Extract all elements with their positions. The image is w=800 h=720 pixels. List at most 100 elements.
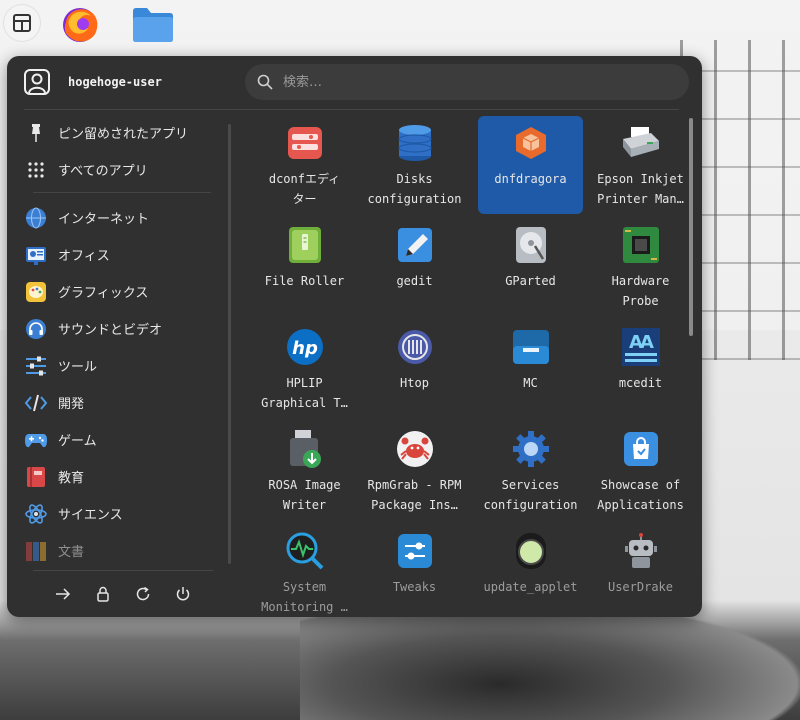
sliders-icon [24, 354, 48, 378]
sidebar-item-label: 開発 [58, 397, 85, 412]
app-tile-hplip[interactable]: hp HPLIP Graphical T… [252, 320, 357, 418]
app-tile-system-monitoring[interactable]: System Monitoring … [252, 524, 357, 616]
globe-icon [24, 206, 48, 230]
app-tile-label: dconfエディ ター [268, 172, 341, 206]
sidebar-item-label: サウンドとビデオ [58, 323, 163, 338]
app-tile-label: GParted [505, 274, 556, 288]
sidebar-item-label: 文書 [58, 545, 85, 560]
sidebar-item-office[interactable]: オフィス [21, 236, 213, 273]
sidebar-item-all-apps[interactable]: すべてのアプリ [21, 151, 213, 188]
sidebar-item-tools[interactable]: ツール [21, 347, 213, 384]
session-actions [53, 582, 193, 606]
tweaks-icon [395, 531, 435, 571]
logout-button[interactable] [53, 582, 73, 606]
app-tile-htop[interactable]: Htop [362, 320, 467, 418]
app-tile-update-applet[interactable]: update_applet [478, 524, 583, 616]
search-box[interactable] [245, 64, 689, 100]
app-grid-scrollbar[interactable] [689, 118, 693, 336]
files-folder-icon[interactable] [131, 4, 173, 44]
sidebar-item-label: グラフィックス [58, 286, 149, 301]
search-icon [257, 74, 273, 90]
power-button[interactable] [173, 582, 193, 606]
pin-icon [24, 121, 48, 145]
sidebar-item-label: ツール [58, 360, 98, 375]
shopping-bag-icon [621, 429, 661, 469]
power-icon [176, 587, 190, 601]
app-tile-hardware-probe[interactable]: Hardware Probe [588, 218, 692, 316]
app-tile-label: mcedit [618, 376, 663, 390]
search-input[interactable] [281, 73, 665, 91]
archive-icon [285, 225, 325, 265]
usb-writer-icon [285, 429, 325, 469]
sidebar-item-education[interactable]: 教育 [21, 458, 213, 495]
palette-icon [24, 280, 48, 304]
app-tile-label: UserDrake [607, 580, 674, 594]
app-menu-button[interactable] [4, 5, 40, 41]
user-avatar-icon [23, 68, 51, 96]
app-tile-dconf[interactable]: dconfエディ ター [252, 116, 357, 214]
text-editor-icon [395, 225, 435, 265]
app-tile-file-roller[interactable]: File Roller [252, 218, 357, 316]
user-row[interactable]: hogehoge-user [23, 67, 162, 97]
crab-icon [395, 429, 435, 469]
lock-button[interactable] [93, 582, 113, 606]
app-tile-tweaks[interactable]: Tweaks [362, 524, 467, 616]
sidebar-scrollbar[interactable] [228, 124, 231, 564]
restart-button[interactable] [133, 582, 153, 606]
app-grid: dconfエディ ター Disks configuration dnfdrago… [252, 116, 692, 616]
book-icon [24, 465, 48, 489]
application-menu: hogehoge-user ピン留めされたアプリ [7, 56, 702, 617]
sidebar-item-graphics[interactable]: グラフィックス [21, 273, 213, 310]
sidebar-item-sound-video[interactable]: サウンドとビデオ [21, 310, 213, 347]
svg-text:hp: hp [292, 338, 318, 359]
app-tile-label: File Roller [264, 274, 345, 288]
mcedit-icon: A A [621, 327, 661, 367]
system-monitor-icon [285, 531, 325, 571]
firefox-icon[interactable] [60, 4, 100, 44]
svg-text:A: A [640, 332, 654, 353]
app-tile-mc[interactable]: MC [478, 320, 583, 418]
sidebar-item-games[interactable]: ゲーム [21, 421, 213, 458]
printer-icon [621, 123, 661, 163]
app-tile-label: MC [523, 376, 538, 390]
app-tile-disks[interactable]: Disks configuration [362, 116, 467, 214]
app-tile-gparted[interactable]: GParted [478, 218, 583, 316]
atom-icon [24, 502, 48, 526]
sidebar-item-label: サイエンス [58, 508, 123, 523]
sidebar-item-label: ゲーム [58, 434, 97, 449]
app-tile-showcase[interactable]: Showcase of Applications [588, 422, 692, 520]
sidebar-item-internet[interactable]: インターネット [21, 199, 213, 236]
app-tile-label: gedit [396, 274, 433, 288]
app-tile-label: Epson Inkjet Printer Man… [597, 172, 684, 206]
sidebar-item-label: ピン留めされたアプリ [58, 127, 189, 142]
wallpaper-rock [300, 600, 800, 720]
app-tile-services[interactable]: Services configuration [478, 422, 583, 520]
app-tile-rosa-image-writer[interactable]: ROSA Image Writer [252, 422, 357, 520]
sidebar-item-documents[interactable]: 文書 [21, 532, 213, 569]
app-tile-gedit[interactable]: gedit [362, 218, 467, 316]
disk-partition-icon [511, 225, 551, 265]
app-tile-label: Htop [400, 376, 429, 390]
disks-icon [395, 123, 435, 163]
app-tile-mcedit[interactable]: A A mcedit [588, 320, 692, 418]
header-divider [24, 109, 679, 110]
circuit-board-icon [621, 225, 661, 265]
app-tile-label: Hardware Probe [611, 274, 670, 308]
actions-divider [33, 570, 213, 571]
sidebar-item-science[interactable]: サイエンス [21, 495, 213, 532]
app-tile-rpmgrab[interactable]: RpmGrab - RPM Package Ins… [362, 422, 467, 520]
username: hogehoge-user [68, 75, 162, 89]
app-tile-userdrake[interactable]: UserDrake [588, 524, 692, 616]
dconf-icon [285, 123, 325, 163]
app-tile-dnfdragora[interactable]: dnfdragora [478, 116, 583, 214]
app-tile-label: Tweaks [392, 580, 437, 594]
sidebar-item-pinned[interactable]: ピン留めされたアプリ [21, 114, 213, 151]
category-sidebar: ピン留めされたアプリ すべてのアプリ インターネット オフィス グラフィックス … [21, 114, 213, 569]
sidebar-item-development[interactable]: 開発 [21, 384, 213, 421]
services-gear-icon [511, 429, 551, 469]
app-tile-label: RpmGrab - RPM Package Ins… [367, 478, 462, 512]
grid-dots-icon [24, 158, 48, 182]
app-tile-epson[interactable]: Epson Inkjet Printer Man… [588, 116, 692, 214]
office-icon [24, 243, 48, 267]
app-tile-label: dnfdragora [494, 172, 567, 186]
